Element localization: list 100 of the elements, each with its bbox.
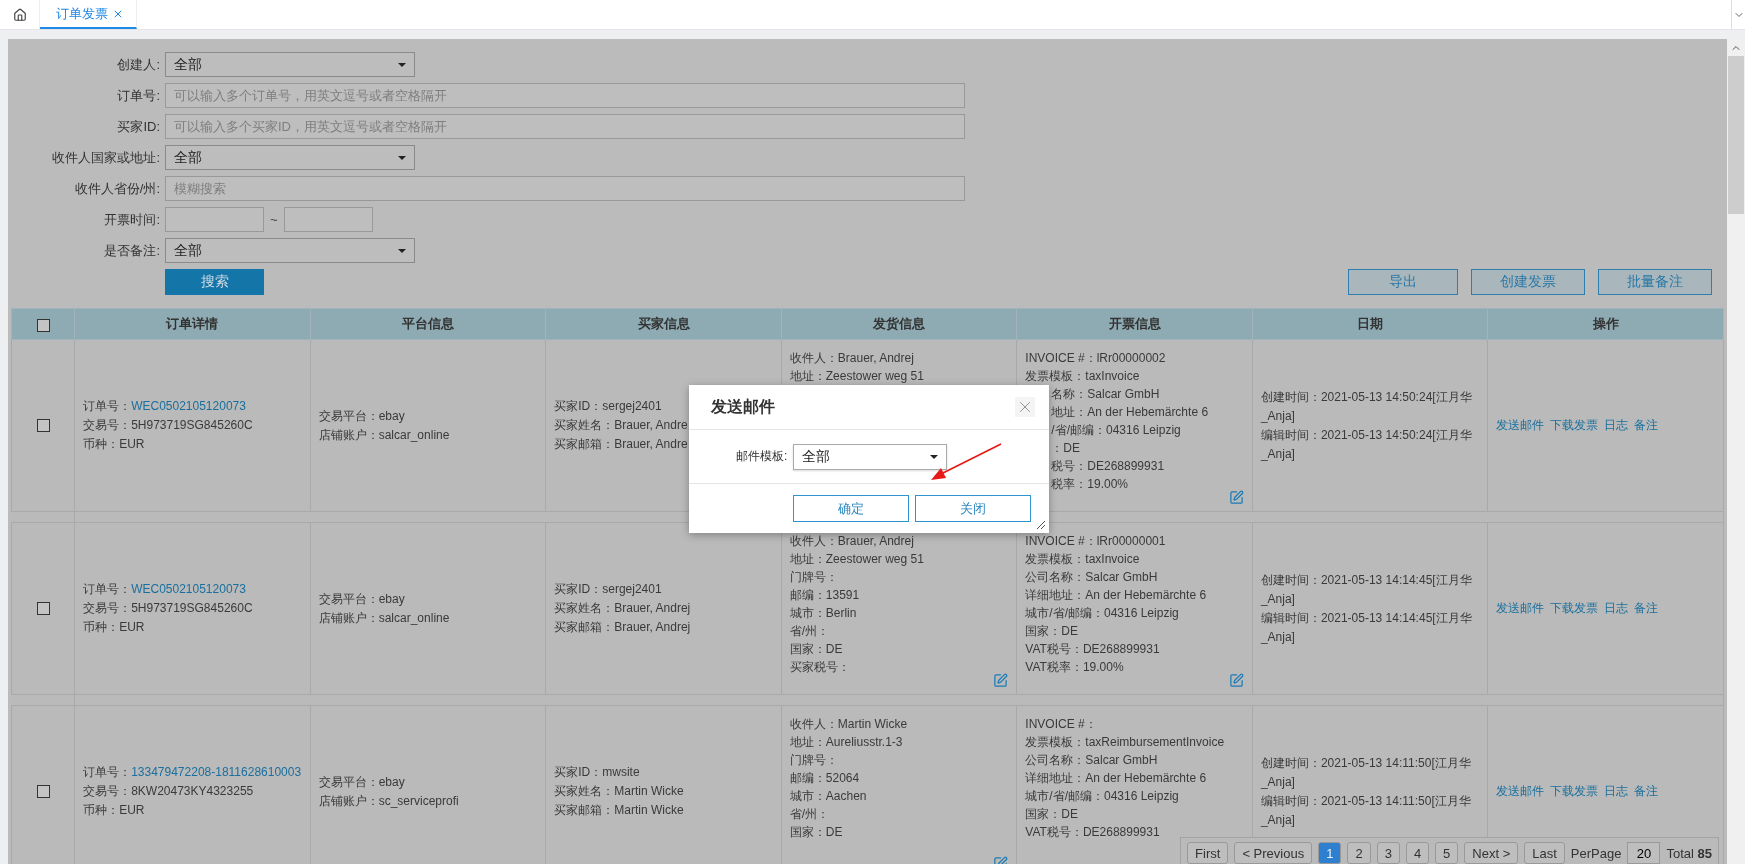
scrollbar-thumb[interactable]: [1728, 56, 1744, 214]
cell-text: 收件人：Martin Wicke: [789, 716, 908, 733]
field-label: 收件人省份/州:: [73, 179, 160, 198]
per-page-label: PerPage: [1570, 845, 1622, 861]
action-link[interactable]: 发送邮件: [1496, 782, 1545, 801]
first-page-button[interactable]: First: [1187, 842, 1229, 864]
cell-text: 地址：Zeestower weg 51: [789, 551, 924, 568]
action-link[interactable]: 下载发票: [1550, 416, 1599, 435]
action-link[interactable]: 备注: [1634, 599, 1659, 618]
text-field[interactable]: 可以输入多个订单号，用英文逗号或者空格隔开: [165, 83, 965, 108]
column-header: 日期: [1357, 316, 1384, 331]
cell-text: 店铺账户：sc_serviceprofi: [318, 792, 459, 810]
cell-text: 币种：EUR: [83, 619, 145, 636]
cell-text: 交易平台：ebay: [318, 590, 405, 608]
action-link[interactable]: 日志: [1604, 416, 1629, 435]
cell-text: 买家邮箱：Brauer, Andre: [554, 436, 688, 453]
cell-text: 国家：DE: [1025, 806, 1078, 823]
template-dropdown[interactable]: 全部: [793, 443, 948, 470]
text-field[interactable]: 模糊搜索: [165, 176, 965, 201]
last-page-button[interactable]: Last: [1524, 842, 1565, 864]
action-link[interactable]: 下载发票: [1550, 599, 1599, 618]
dialog-title: 发送邮件: [711, 396, 775, 417]
dropdown[interactable]: 全部: [165, 145, 415, 170]
date-text: 创建时间：2021-05-13 14:11:50[江月华 _Anja]: [1260, 754, 1472, 791]
cell-text: 税号：DE268899931: [1050, 458, 1165, 475]
cell-text: 买家姓名：Brauer, Andre: [554, 417, 688, 434]
cell-text: 买家姓名：Martin Wicke: [554, 783, 684, 800]
confirm-button[interactable]: 确定: [793, 495, 909, 522]
order-link[interactable]: WEC0502105120073: [131, 582, 246, 596]
search-button[interactable]: 搜索: [165, 269, 264, 295]
close-dialog-button[interactable]: 关闭: [915, 495, 1031, 522]
cell-text: 交易号：5H973719SG845260C: [83, 600, 253, 617]
edit-icon[interactable]: [1228, 673, 1244, 688]
order-link[interactable]: WEC0502105120073: [131, 399, 246, 413]
cell-text: 详细地址：An der Hebemärchte 6: [1025, 770, 1207, 787]
cell-text: INVOICE #：: [1025, 716, 1097, 733]
cell-text: 城市/省/邮编：04316 Leipzig: [1025, 788, 1179, 805]
row-checkbox[interactable]: [36, 602, 50, 616]
cell-text: 省/州：: [789, 806, 830, 823]
cell-text: 买家ID：sergej2401: [554, 398, 662, 415]
next-page-button[interactable]: Next >: [1464, 842, 1519, 864]
cell-text: 城市：Berlin: [789, 605, 857, 622]
previous-page-button[interactable]: < Previous: [1234, 842, 1313, 864]
page-button[interactable]: 2: [1347, 842, 1371, 864]
date-text: 创建时间：2021-05-13 14:50:24[江月华 _Anja]: [1260, 388, 1473, 425]
action-link[interactable]: 备注: [1634, 782, 1659, 801]
text-field[interactable]: 可以输入多个买家ID，用英文逗号或者空格隔开: [165, 114, 965, 139]
dropdown[interactable]: 全部: [165, 238, 415, 263]
page-button[interactable]: 3: [1376, 842, 1400, 864]
column-header: 订单详情: [166, 316, 219, 331]
cell-text: 店铺账户：salcar_online: [318, 426, 450, 444]
caret-icon: [398, 248, 406, 253]
action-button[interactable]: 创建发票: [1471, 269, 1585, 295]
row-checkbox[interactable]: [36, 419, 50, 433]
cell-text: 地址：Aureliusstr.1-3: [789, 734, 903, 751]
date-text: 编辑时间：2021-05-13 14:11:50[江月华 _Anja]: [1260, 792, 1472, 829]
action-link[interactable]: 日志: [1604, 599, 1629, 618]
field-label: 收件人国家或地址:: [51, 148, 160, 167]
row-checkbox[interactable]: [36, 785, 50, 799]
field-label: 是否备注:: [103, 241, 160, 260]
order-link[interactable]: 133479472208-1811628610003: [131, 765, 302, 779]
cell-text: 店铺账户：salcar_online: [318, 609, 450, 627]
date-field[interactable]: [283, 207, 373, 232]
cell-text: 发票模板：taxInvoice: [1025, 368, 1140, 385]
page-tab[interactable]: 订单发票: [40, 0, 137, 29]
dropdown[interactable]: 全部: [165, 52, 415, 77]
close-icon[interactable]: [1015, 397, 1035, 417]
action-link[interactable]: 发送邮件: [1496, 599, 1545, 618]
edit-icon[interactable]: [993, 673, 1009, 688]
annotation-arrow: [931, 443, 1002, 480]
edit-icon[interactable]: [1228, 490, 1244, 505]
cell-text: 名称：Salcar GmbH: [1050, 386, 1160, 403]
action-link[interactable]: 备注: [1634, 416, 1659, 435]
page-button[interactable]: 4: [1405, 842, 1430, 864]
action-button[interactable]: 批量备注: [1598, 269, 1712, 295]
column-header: 平台信息: [401, 316, 454, 331]
page-button[interactable]: 5: [1435, 842, 1459, 864]
column-header: 买家信息: [637, 316, 690, 331]
select-all-checkbox[interactable]: [36, 318, 50, 332]
field-label: 订单号：: [83, 582, 132, 596]
per-page-field[interactable]: 20: [1627, 842, 1661, 864]
action-link[interactable]: 下载发票: [1550, 782, 1599, 801]
cell-text: 买家邮箱：Brauer, Andrej: [554, 619, 691, 636]
action-button[interactable]: 导出: [1348, 269, 1458, 295]
field-label: 创建人:: [116, 55, 160, 74]
cell-text: INVOICE #：lRr00000002: [1025, 350, 1166, 367]
cell-text: 门牌号：: [789, 569, 838, 586]
action-link[interactable]: 日志: [1604, 782, 1629, 801]
cell-text: 交易号：5H973719SG845260C: [83, 417, 253, 434]
page-button[interactable]: 1: [1318, 842, 1342, 864]
cell-text: ：DE: [1050, 440, 1080, 457]
date-field[interactable]: [165, 207, 264, 232]
action-link[interactable]: 发送邮件: [1496, 416, 1545, 435]
cell-text: 邮编：52064: [789, 770, 860, 787]
cell-text: 买家邮箱：Martin Wicke: [554, 802, 684, 819]
resize-grip-icon[interactable]: [1035, 519, 1045, 529]
cell-text: 省/州：: [789, 623, 830, 640]
cell-text: 门牌号：: [789, 752, 838, 769]
cell-text: 币种：EUR: [83, 436, 145, 453]
field-label: 开票时间:: [103, 210, 160, 229]
